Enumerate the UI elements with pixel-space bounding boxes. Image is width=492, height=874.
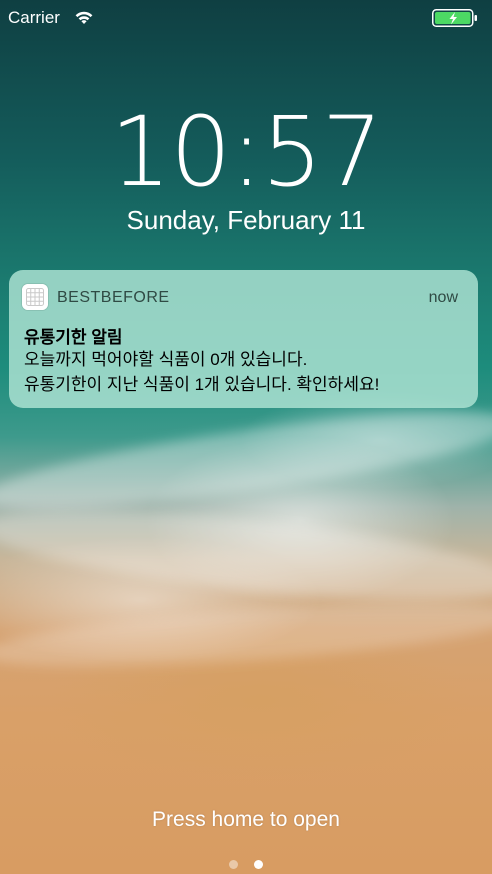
lock-screen: Carrier 10:57 Sunday, February 11 BESTBE… — [0, 0, 492, 874]
notification-title: 유통기한 알림 — [24, 328, 123, 347]
press-home-hint: Press home to open — [152, 808, 340, 831]
lock-date: Sunday, February 11 — [126, 205, 366, 235]
notification-time: now — [428, 289, 458, 306]
notification-card[interactable]: BESTBEFORE now 유통기한 알림 오늘까지 먹어야할 식품이 0개 … — [9, 270, 478, 408]
lock-clock: 10:57 — [110, 96, 383, 208]
notification-body: 오늘까지 먹어야할 식품이 0개 있습니다. 유통기한이 지난 식품이 1개 있… — [24, 347, 379, 397]
notification-body-line: 유통기한이 지난 식품이 1개 있습니다. 확인하세요! — [24, 375, 380, 394]
notification-body-line: 오늘까지 먹어야할 식품이 0개 있습니다. — [24, 350, 308, 369]
status-bar: Carrier — [0, 0, 492, 36]
battery-icon — [432, 9, 477, 27]
page-dot[interactable] — [228, 860, 238, 869]
page-dot-active[interactable] — [254, 860, 264, 869]
wifi-icon — [75, 11, 93, 24]
notification-app-name: BESTBEFORE — [57, 289, 170, 306]
carrier-label: Carrier — [8, 8, 60, 27]
app-grid-icon — [22, 284, 48, 310]
page-indicator[interactable] — [0, 856, 492, 869]
wave-foam — [0, 392, 492, 528]
wave-foam — [0, 591, 492, 679]
wave-foam — [0, 491, 492, 619]
